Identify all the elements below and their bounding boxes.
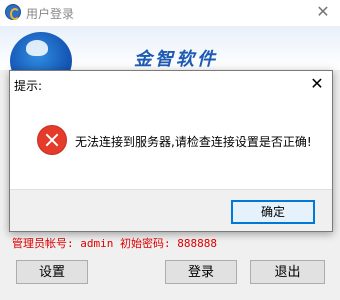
error-dialog: 提示: ✕ 无法连接到服务器,请检查连接设置是否正确! 确定 — [9, 70, 333, 232]
dialog-body: 无法连接到服务器,请检查连接设置是否正确! — [10, 99, 332, 189]
ok-button[interactable]: 确定 — [231, 200, 315, 224]
dialog-titlebar: 提示: ✕ — [10, 71, 332, 99]
dialog-close-button[interactable]: ✕ — [308, 75, 326, 93]
login-window-title: 用户登录 — [26, 7, 75, 21]
dialog-message: 无法连接到服务器,请检查连接设置是否正确! — [75, 135, 312, 149]
exit-button[interactable]: 退出 — [250, 260, 325, 284]
login-banner: 金智软件 — [0, 26, 340, 70]
dialog-footer: 确定 — [10, 189, 332, 231]
default-credentials-hint: 管理员帐号: admin 初始密码: 888888 — [12, 237, 217, 250]
brand-logo-icon — [10, 32, 72, 70]
login-close-button[interactable]: ✕ — [314, 2, 332, 22]
banner-brand-text: 金智软件 — [134, 49, 218, 70]
login-button[interactable]: 登录 — [165, 260, 237, 284]
error-icon — [37, 125, 67, 155]
settings-button[interactable]: 设置 — [16, 260, 88, 284]
app-logo-icon — [5, 4, 21, 20]
dialog-title: 提示: — [14, 79, 43, 93]
login-titlebar: 用户登录 ✕ — [0, 0, 340, 26]
